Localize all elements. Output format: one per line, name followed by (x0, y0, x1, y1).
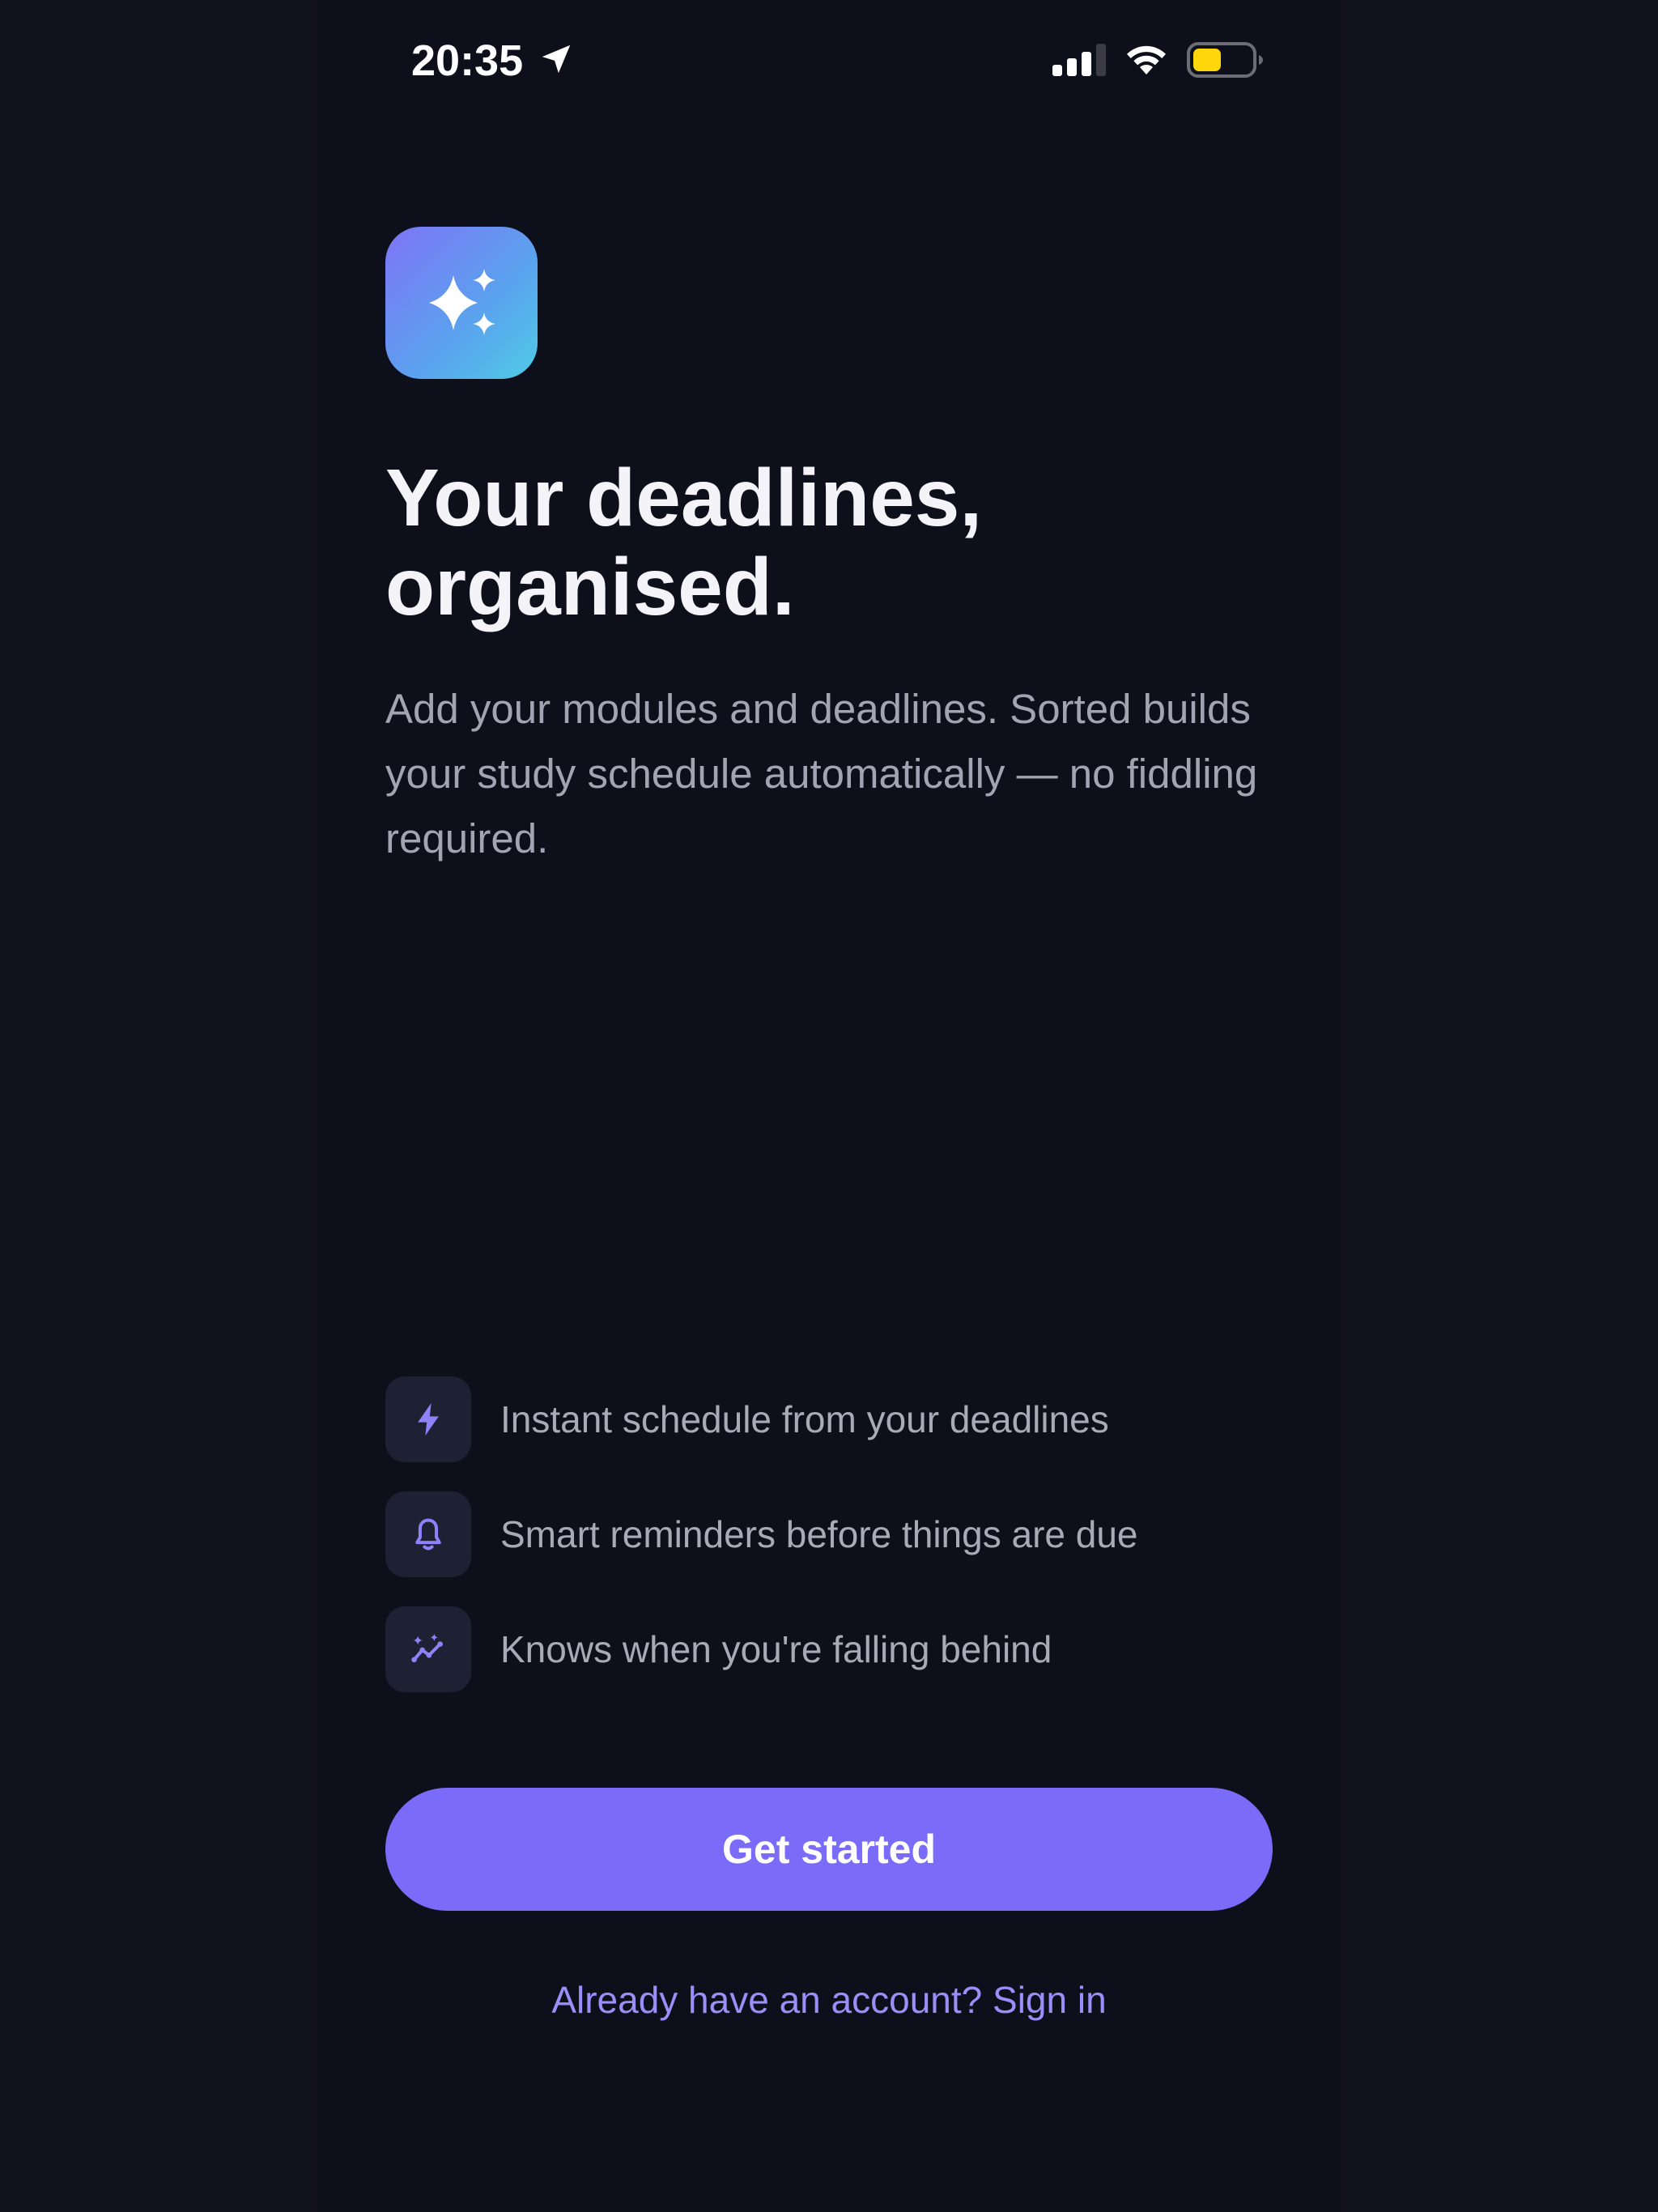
feature-item-smart-reminders: Smart reminders before things are due (385, 1491, 1276, 1577)
status-time: 20:35 (411, 36, 524, 85)
headline-line-2: organised. (385, 542, 795, 632)
app-logo (385, 227, 538, 379)
sparkles-icon (429, 269, 495, 335)
sign-in-link[interactable]: Already have an account? Sign in (385, 1967, 1273, 2032)
page-subtitle: Add your modules and deadlines. Sorted b… (385, 686, 1258, 861)
battery-low-power-icon (1187, 42, 1263, 78)
feature-item-instant-schedule: Instant schedule from your deadlines (385, 1376, 1276, 1462)
feature-item-falling-behind: Knows when you're falling behind (385, 1606, 1276, 1692)
trend-sparkle-icon (411, 1633, 443, 1663)
bell-icon (415, 1518, 441, 1551)
feature-icon-container (385, 1376, 471, 1462)
feature-label: Knows when you're falling behind (500, 1628, 1052, 1670)
get-started-button[interactable]: Get started (385, 1788, 1273, 1911)
feature-list: Instant schedule from your deadlines Sma… (385, 1376, 1276, 1721)
feature-label: Smart reminders before things are due (500, 1513, 1138, 1555)
wifi-icon (1127, 45, 1166, 74)
feature-icon-container (385, 1606, 471, 1692)
feature-label: Instant schedule from your deadlines (500, 1398, 1109, 1440)
cellular-signal-icon (1052, 44, 1106, 76)
headline-line-1: Your deadlines, (385, 453, 983, 543)
page-title: Your deadlines, organised. (385, 453, 1276, 632)
feature-icon-container (385, 1491, 471, 1577)
location-arrow-icon (542, 45, 571, 74)
lightning-bolt-icon (418, 1402, 439, 1436)
screen: 20:35 Your deadlines, organised. Add your… (0, 0, 1658, 2212)
